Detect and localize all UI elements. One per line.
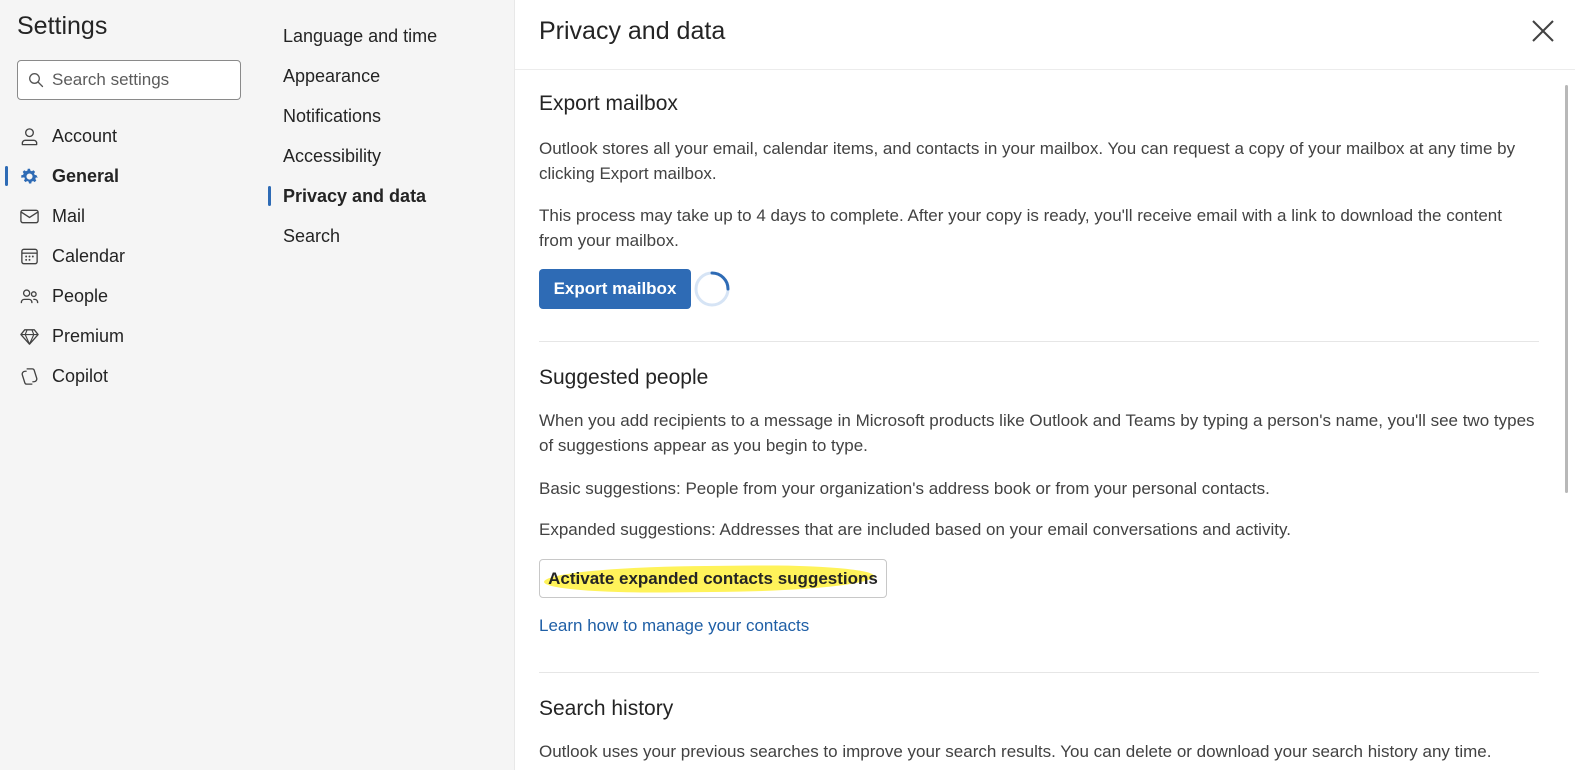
basic-suggestions-text: Basic suggestions: People from your orga… xyxy=(539,479,1270,498)
expanded-suggestions-text: Expanded suggestions: Addresses that are… xyxy=(539,520,1291,539)
subnav-item-search[interactable]: Search xyxy=(265,216,515,256)
search-settings-box[interactable] xyxy=(17,60,241,100)
button-label: Activate expanded contacts suggestions xyxy=(548,568,878,588)
sidebar-item-premium[interactable]: Premium xyxy=(0,316,265,356)
person-icon xyxy=(18,125,40,147)
calendar-icon xyxy=(18,245,40,267)
sidebar-item-general[interactable]: General xyxy=(0,156,265,196)
sidebar-item-copilot[interactable]: Copilot xyxy=(0,356,265,396)
sidebar-item-label: People xyxy=(52,285,109,306)
sidebar-item-label: Calendar xyxy=(52,245,126,266)
sidebar-item-label: Mail xyxy=(52,205,86,226)
subnav-item-notifications[interactable]: Notifications xyxy=(265,96,515,136)
section-divider xyxy=(539,672,1539,673)
suggested-people-heading: Suggested people xyxy=(539,366,709,389)
sidebar-item-calendar[interactable]: Calendar xyxy=(0,236,265,276)
sidebar-item-label: General xyxy=(52,165,120,186)
search-settings-input[interactable] xyxy=(52,70,222,90)
search-icon xyxy=(29,73,44,88)
sidebar-item-label: Premium xyxy=(52,325,125,346)
diamond-icon xyxy=(18,325,40,347)
subnav-list: Language and time Appearance Notificatio… xyxy=(265,16,515,256)
page-title: Privacy and data xyxy=(539,17,726,45)
export-mailbox-heading: Export mailbox xyxy=(539,92,678,115)
sidebar-item-label: Account xyxy=(52,125,118,146)
copilot-icon xyxy=(18,365,40,387)
people-icon xyxy=(18,285,40,307)
close-icon xyxy=(1532,20,1554,42)
settings-main-panel: Privacy and data Export mailbox Outlook … xyxy=(515,0,1575,770)
suggested-people-description: When you add recipients to a message in … xyxy=(539,411,1535,455)
category-nav: Account General Mail Calendar People Pre… xyxy=(0,116,265,396)
manage-contacts-link[interactable]: Learn how to manage your contacts xyxy=(539,616,809,636)
subnav-item-privacy-and-data[interactable]: Privacy and data xyxy=(265,176,515,216)
loading-spinner-icon xyxy=(694,271,730,307)
search-history-heading: Search history xyxy=(539,697,674,720)
settings-sidebar: Settings Account General Mail Calendar P… xyxy=(0,0,265,770)
main-header: Privacy and data xyxy=(515,0,1575,70)
subnav-item-appearance[interactable]: Appearance xyxy=(265,56,515,96)
sidebar-item-label: Copilot xyxy=(52,365,109,386)
export-mailbox-button[interactable]: Export mailbox xyxy=(539,269,691,309)
sidebar-item-account[interactable]: Account xyxy=(0,116,265,156)
sidebar-item-people[interactable]: People xyxy=(0,276,265,316)
activate-expanded-suggestions-button[interactable]: Activate expanded contacts suggestions xyxy=(539,559,887,598)
subnav-item-language-and-time[interactable]: Language and time xyxy=(265,16,515,56)
settings-title: Settings xyxy=(17,12,108,40)
general-subnav: Language and time Appearance Notificatio… xyxy=(265,0,515,770)
mail-icon xyxy=(18,205,40,227)
close-button[interactable] xyxy=(1528,16,1558,46)
export-mailbox-process-note: This process may take up to 4 days to co… xyxy=(539,206,1502,250)
gear-icon xyxy=(18,165,40,187)
section-divider xyxy=(539,341,1539,342)
export-mailbox-description: Outlook stores all your email, calendar … xyxy=(539,139,1516,183)
scrollbar[interactable] xyxy=(1565,85,1568,493)
subnav-item-accessibility[interactable]: Accessibility xyxy=(265,136,515,176)
sidebar-item-mail[interactable]: Mail xyxy=(0,196,265,236)
search-history-description: Outlook uses your previous searches to i… xyxy=(539,742,1492,761)
